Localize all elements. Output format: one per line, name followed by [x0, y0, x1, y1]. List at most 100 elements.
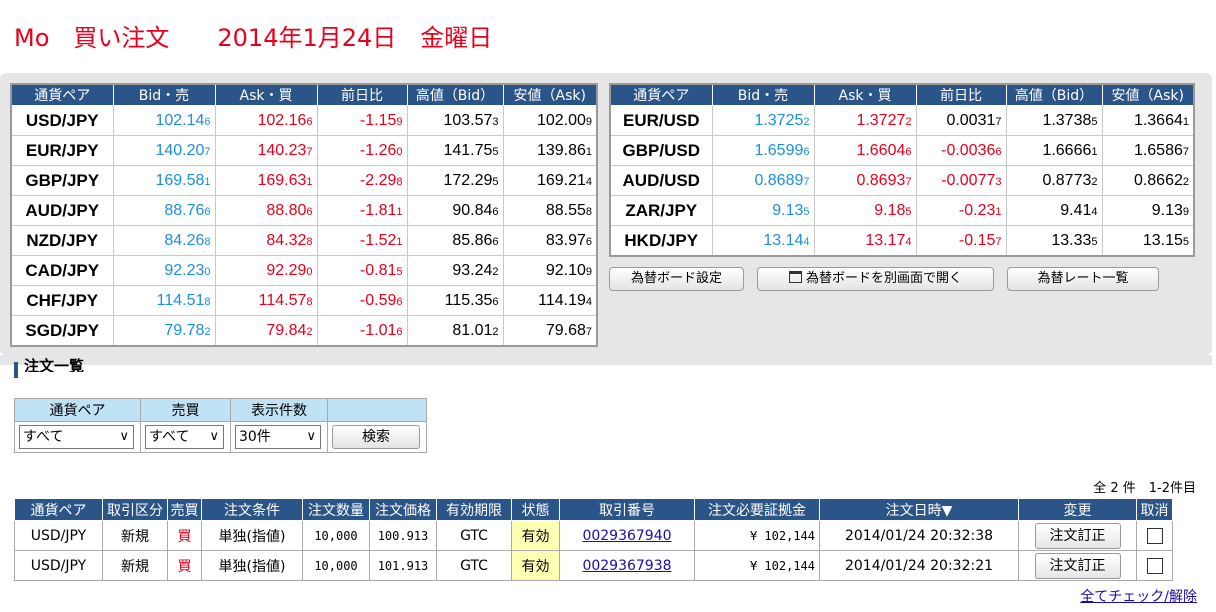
- order-cell-datetime: 2014/01/24 20:32:38: [819, 520, 1019, 551]
- order-header-condition: 注文条件: [201, 498, 303, 521]
- filter-header-blank: [327, 398, 427, 422]
- filter-header-side: 売買: [140, 398, 231, 422]
- rate-cell-ask: 88.806: [214, 195, 318, 226]
- order-header-datetime[interactable]: 注文日時▼: [819, 498, 1019, 521]
- order-header-trade-id: 取引番号: [559, 498, 695, 521]
- edit-order-button[interactable]: 注文訂正: [1034, 522, 1121, 549]
- rate-value: 141.75: [443, 141, 493, 159]
- rate-header-high: 高値（Bid）: [406, 83, 504, 106]
- rate-cell-ask: 114.578: [214, 285, 318, 316]
- rate-cell-low: 114.194: [502, 285, 598, 316]
- rate-cell-pair: HKD/JPY: [609, 225, 713, 257]
- search-button[interactable]: 検索: [332, 425, 420, 449]
- rate-value-suffix: 2: [204, 325, 211, 338]
- rate-value-suffix: 8: [585, 205, 592, 218]
- order-header-cancel: 取消: [1136, 498, 1173, 521]
- rate-value-suffix: 2: [1091, 175, 1098, 188]
- pair-select[interactable]: すべて ∨: [19, 425, 134, 449]
- rate-cell-pair: NZD/JPY: [10, 225, 114, 256]
- rate-cell-ask: 92.290: [214, 255, 318, 286]
- rate-value-suffix: 5: [396, 265, 403, 278]
- rate-cell-change: -0.231: [915, 195, 1007, 226]
- rate-cell-pair: AUD/JPY: [10, 195, 114, 226]
- order-cell-pair: USD/JPY: [14, 550, 103, 581]
- rate-cell-pair: SGD/JPY: [10, 315, 114, 347]
- rate-cell-high: 0.87732: [1005, 165, 1103, 196]
- cancel-checkbox[interactable]: [1146, 527, 1163, 544]
- rate-value: 1.6586: [1133, 141, 1183, 159]
- rate-cell-low: 83.976: [502, 225, 598, 256]
- rate-value-suffix: 1: [585, 145, 592, 158]
- order-header-expiry: 有効期限: [436, 498, 512, 521]
- rate-value-suffix: 0: [396, 145, 403, 158]
- rate-value: 13.17: [865, 231, 906, 249]
- rate-table-right: 通貨ペア Bid・売 Ask・買 前日比 高値（Bid） 安値（Ask) EUR/USD 1…: [609, 83, 1195, 257]
- trade-id-link[interactable]: 0029367940: [582, 528, 671, 544]
- rate-table-header: 通貨ペア Bid・売 Ask・買 前日比 高値（Bid） 安値（Ask): [609, 83, 1195, 106]
- order-cell-cancel: [1136, 550, 1173, 581]
- rate-row: EUR/JPY 140.207 140.237 -1.260 141.755 139.86…: [10, 135, 598, 166]
- rate-value: -0.15: [958, 231, 996, 249]
- rate-cell-low: 88.558: [502, 195, 598, 226]
- rate-value-suffix: 7: [995, 115, 1002, 128]
- rate-value-suffix: 1: [995, 205, 1002, 218]
- rate-row: SGD/JPY 79.782 79.842 -1.016 81.012 79.687: [10, 315, 598, 347]
- rate-cell-high: 81.012: [406, 315, 504, 347]
- rate-value-suffix: 6: [492, 295, 499, 308]
- rate-table-left: 通貨ペア Bid・売 Ask・買 前日比 高値（Bid） 安値（Ask) USD/JPY 1…: [10, 83, 598, 347]
- trade-id-link[interactable]: 0029367938: [582, 558, 671, 574]
- rate-value: -1.15: [359, 111, 397, 129]
- rate-value: 9.41: [1060, 201, 1092, 219]
- rate-value-suffix: 6: [492, 205, 499, 218]
- rate-value: 1.6599: [754, 141, 804, 159]
- rate-value-suffix: 2: [905, 115, 912, 128]
- rate-value-suffix: 1: [396, 205, 403, 218]
- board-settings-button[interactable]: 為替ボード設定: [609, 267, 744, 291]
- rate-value: 169.58: [155, 171, 205, 189]
- rate-value-suffix: 3: [492, 115, 499, 128]
- side-value: 買: [177, 558, 192, 575]
- rate-value-suffix: 6: [204, 205, 211, 218]
- rate-value: 115.35: [444, 291, 493, 309]
- count-select[interactable]: 30件 ∨: [235, 425, 321, 449]
- order-header-quantity: 注文数量: [302, 498, 370, 521]
- rate-value-suffix: 9: [396, 115, 403, 128]
- rate-value: 139.86: [536, 141, 586, 159]
- side-select[interactable]: すべて ∨: [145, 425, 224, 449]
- rate-cell-bid: 102.146: [112, 105, 216, 136]
- rate-list-button[interactable]: 為替レート一覧: [1007, 267, 1159, 291]
- rate-row: HKD/JPY 13.144 13.174 -0.157 13.335 13.155: [609, 225, 1195, 257]
- edit-order-button[interactable]: 注文訂正: [1034, 552, 1121, 579]
- rate-cell-change: -1.159: [316, 105, 408, 136]
- rate-value: 81.01: [452, 321, 493, 339]
- rate-cell-change: -0.815: [316, 255, 408, 286]
- rate-value-suffix: 9: [585, 265, 592, 278]
- check-all-link[interactable]: 全てチェック/解除: [1080, 586, 1197, 606]
- rate-cell-change: -1.016: [316, 315, 408, 347]
- rate-value: 9.18: [874, 201, 906, 219]
- rate-value: 1.3664: [1133, 111, 1183, 129]
- open-board-window-button[interactable]: 為替ボードを別画面で開く: [757, 267, 994, 291]
- order-cell-condition: 単独(指値): [201, 550, 303, 581]
- rate-value: -1.52: [359, 231, 397, 249]
- rate-value: 172.29: [443, 171, 493, 189]
- rate-value-suffix: 6: [585, 235, 592, 248]
- rate-value: -2.29: [359, 171, 397, 189]
- order-cell-price: 100.913: [369, 520, 437, 551]
- rate-value: 9.13: [772, 201, 804, 219]
- cancel-checkbox[interactable]: [1146, 557, 1163, 574]
- rate-cell-high: 13.335: [1005, 225, 1103, 257]
- count-select-value: 30件: [239, 429, 271, 445]
- rate-cell-change: -2.298: [316, 165, 408, 196]
- rate-value: 79.78: [164, 321, 205, 339]
- rate-header-bid: Bid・売: [112, 83, 216, 106]
- rate-value: -0.59: [359, 291, 397, 309]
- rate-header-change: 前日比: [316, 83, 408, 106]
- rate-value: 92.29: [266, 261, 307, 279]
- rate-value-suffix: 4: [803, 235, 810, 248]
- rate-value: 88.55: [545, 201, 586, 219]
- chevron-down-icon: ∨: [119, 429, 129, 444]
- rate-cell-low: 102.009: [502, 105, 598, 136]
- rate-row: CAD/JPY 92.230 92.290 -0.815 93.242 92.109: [10, 255, 598, 286]
- page-title: 買い注文: [73, 24, 170, 52]
